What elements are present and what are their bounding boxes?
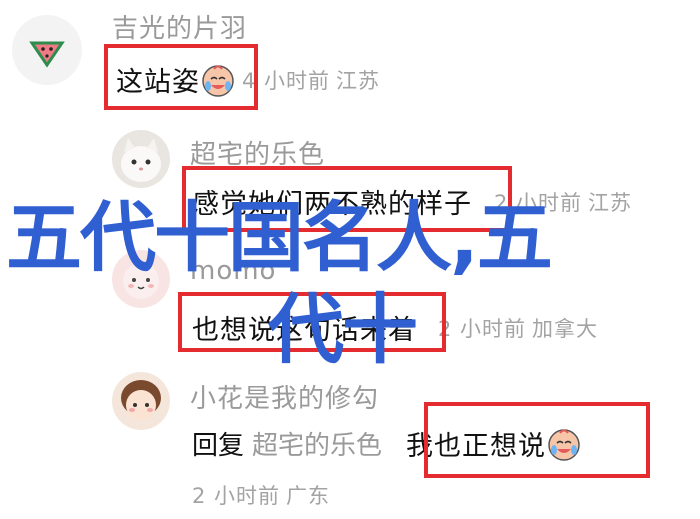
comment-username[interactable]: 吉光的片羽 <box>112 8 247 45</box>
avatar-watermelon[interactable] <box>12 15 82 85</box>
crying-laugh-icon <box>548 428 580 461</box>
comment-location: 江苏 <box>588 190 633 215</box>
comment-username[interactable]: 超宅的乐色 <box>190 134 325 171</box>
girl-avatar-icon <box>121 380 161 420</box>
reply-target-username[interactable]: 超宅的乐色 <box>252 425 382 462</box>
comment-location: 广东 <box>286 484 331 508</box>
comment-meta: 2 小时前 广东 <box>192 480 330 510</box>
watermelon-icon <box>29 41 65 68</box>
comment-time: 2 小时前 <box>438 316 527 341</box>
comment-body: 这站姿 4 小时前 江苏 <box>116 60 380 99</box>
reply-prefix: 回复 <box>192 431 245 461</box>
comment-text: 我也正想说 <box>406 431 547 462</box>
comment-text: 这站姿 <box>116 67 200 98</box>
comment-body: 回复 超宅的乐色 我也正想说 <box>192 424 582 463</box>
comment-location: 江苏 <box>336 68 381 93</box>
crying-laugh-icon <box>202 64 234 97</box>
comment-time: 4 小时前 <box>242 68 331 93</box>
overlay-title-line2: 代十 <box>268 285 418 374</box>
comment-location: 加拿大 <box>532 316 599 341</box>
comment-time: 2 小时前 <box>192 484 281 508</box>
comment-username[interactable]: 小花是我的修勾 <box>190 378 379 415</box>
avatar-girl[interactable] <box>112 372 170 430</box>
